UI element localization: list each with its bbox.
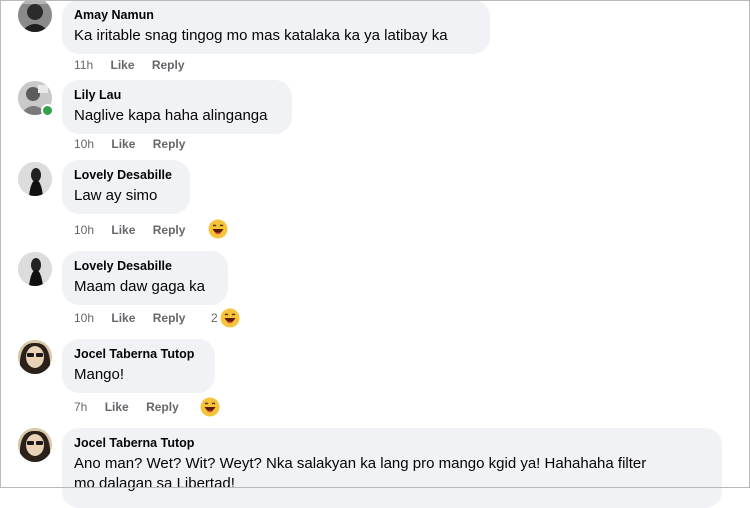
comment-bubble: Lily Lau Naglive kapa haha alinganga <box>62 80 292 134</box>
comment-timestamp[interactable]: 10h <box>74 223 94 237</box>
comment-actions: 11h Like Reply <box>74 57 185 73</box>
avatar[interactable] <box>18 252 52 286</box>
comment-actions: 7h Like Reply <box>74 399 179 415</box>
comment-text: Naglive kapa haha alinganga <box>74 107 268 124</box>
comment-text: Mango! <box>74 366 125 383</box>
avatar[interactable] <box>18 340 52 374</box>
like-button[interactable]: Like <box>110 58 134 72</box>
like-button[interactable]: Like <box>111 137 135 151</box>
comment-timestamp[interactable]: 10h <box>74 137 94 151</box>
laughing-emoji-icon <box>200 397 220 417</box>
comment-bubble: Lovely Desabille Law ay simo <box>62 160 190 214</box>
comment-author[interactable]: Jocel Taberna Tutop <box>74 346 203 362</box>
avatar[interactable] <box>18 0 52 32</box>
reaction-summary[interactable] <box>200 397 220 417</box>
comment-actions: 10h Like Reply <box>74 222 185 238</box>
laughing-emoji-icon <box>208 219 228 239</box>
comment-author[interactable]: Amay Namun <box>74 7 478 23</box>
comment-author[interactable]: Lovely Desabille <box>74 167 178 183</box>
comment-timestamp[interactable]: 11h <box>74 58 93 72</box>
comment-text: Maam daw gaga ka <box>74 278 205 295</box>
reaction-summary[interactable] <box>208 219 228 239</box>
avatar[interactable] <box>18 428 52 462</box>
comment-bubble: Jocel Taberna Tutop Mango! <box>62 339 215 393</box>
comment-text: Ano man? Wet? Wit? Weyt? Nka salakyan ka… <box>74 455 647 472</box>
comment-bubble: Amay Namun Ka iritable snag tingog mo ma… <box>62 0 490 54</box>
reply-button[interactable]: Reply <box>153 311 186 325</box>
online-status-indicator <box>41 104 54 117</box>
comment-bubble: Lovely Desabille Maam daw gaga ka <box>62 251 228 305</box>
like-button[interactable]: Like <box>111 223 135 237</box>
comment-text-continued: mo dalagan sa Libertad! <box>74 475 235 492</box>
avatar[interactable] <box>18 162 52 196</box>
comment-timestamp[interactable]: 10h <box>74 311 94 325</box>
laughing-emoji-icon <box>220 308 240 328</box>
comment-text: Law ay simo <box>74 187 158 204</box>
like-button[interactable]: Like <box>105 400 129 414</box>
reply-button[interactable]: Reply <box>152 58 185 72</box>
comment-text: Ka iritable snag tingog mo mas katalaka … <box>74 27 448 44</box>
comment-actions: 10h Like Reply <box>74 310 185 326</box>
comment-author[interactable]: Lovely Desabille <box>74 258 216 274</box>
like-button[interactable]: Like <box>111 311 135 325</box>
comment-timestamp[interactable]: 7h <box>74 400 87 414</box>
reaction-count: 2 <box>211 311 218 325</box>
reply-button[interactable]: Reply <box>153 223 186 237</box>
comment-author[interactable]: Lily Lau <box>74 87 280 103</box>
comment-bubble: Jocel Taberna Tutop Ano man? Wet? Wit? W… <box>62 428 722 508</box>
reply-button[interactable]: Reply <box>153 137 186 151</box>
comment-actions: 10h Like Reply <box>74 136 185 152</box>
reaction-summary[interactable]: 2 <box>211 308 240 328</box>
reply-button[interactable]: Reply <box>146 400 179 414</box>
comment-author[interactable]: Jocel Taberna Tutop <box>74 435 710 451</box>
